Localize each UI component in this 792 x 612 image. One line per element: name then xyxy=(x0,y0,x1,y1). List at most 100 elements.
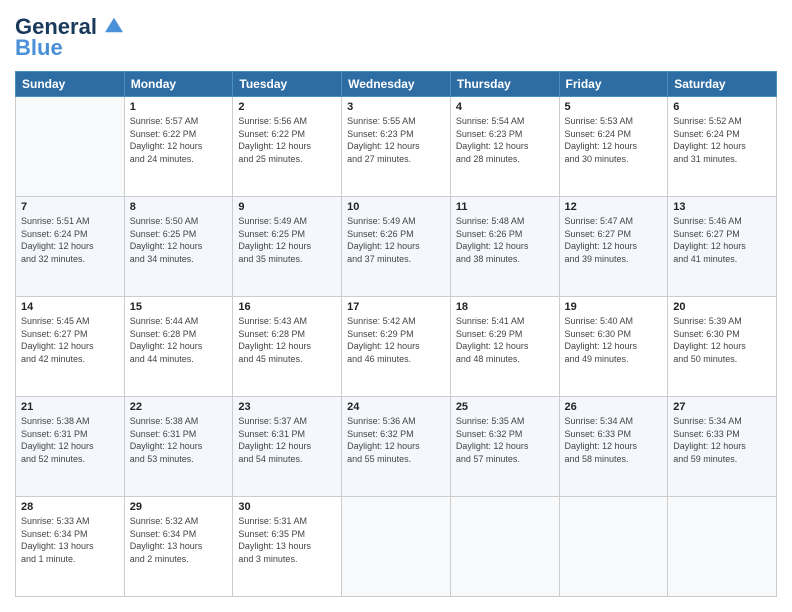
calendar-cell: 29 Sunrise: 5:32 AM Sunset: 6:34 PM Dayli… xyxy=(124,497,233,597)
day-number: 6 xyxy=(673,101,771,113)
day-info: Sunrise: 5:34 AM Sunset: 6:33 PM Dayligh… xyxy=(673,415,771,465)
day-info: Sunrise: 5:48 AM Sunset: 6:26 PM Dayligh… xyxy=(456,215,554,265)
weekday-header: Sunday xyxy=(16,72,125,97)
calendar-cell: 5 Sunrise: 5:53 AM Sunset: 6:24 PM Daylig… xyxy=(559,97,668,197)
calendar-cell: 24Sunrise: 5:36 AM Sunset: 6:32 PM Dayli… xyxy=(342,397,451,497)
day-info: Sunrise: 5:39 AM Sunset: 6:30 PM Dayligh… xyxy=(673,315,771,365)
day-info: Sunrise: 5:54 AM Sunset: 6:23 PM Dayligh… xyxy=(456,115,554,165)
calendar-cell: 26 Sunrise: 5:34 AM Sunset: 6:33 PM Dayli… xyxy=(559,397,668,497)
calendar-cell xyxy=(342,497,451,597)
day-info: Sunrise: 5:43 AM Sunset: 6:28 PM Dayligh… xyxy=(238,315,336,365)
day-info: Sunrise: 5:33 AM Sunset: 6:34 PM Dayligh… xyxy=(21,515,119,565)
calendar-cell: 30 Sunrise: 5:31 AM Sunset: 6:35 PM Dayli… xyxy=(233,497,342,597)
calendar-cell: 16 Sunrise: 5:43 AM Sunset: 6:28 PM Dayli… xyxy=(233,297,342,397)
day-number: 5 xyxy=(565,101,663,113)
day-number: 22 xyxy=(130,401,228,413)
day-number: 2 xyxy=(238,101,336,113)
day-info: Sunrise: 5:50 AM Sunset: 6:25 PM Dayligh… xyxy=(130,215,228,265)
calendar-cell: 27 Sunrise: 5:34 AM Sunset: 6:33 PM Dayli… xyxy=(668,397,777,497)
calendar-cell: 13 Sunrise: 5:46 AM Sunset: 6:27 PM Dayli… xyxy=(668,197,777,297)
calendar-cell: 21 Sunrise: 5:38 AM Sunset: 6:31 PM Dayli… xyxy=(16,397,125,497)
day-number: 30 xyxy=(238,501,336,513)
day-info: Sunrise: 5:38 AM Sunset: 6:31 PM Dayligh… xyxy=(130,415,228,465)
weekday-header: Wednesday xyxy=(342,72,451,97)
calendar-cell: 11 Sunrise: 5:48 AM Sunset: 6:26 PM Dayli… xyxy=(450,197,559,297)
day-number: 4 xyxy=(456,101,554,113)
weekday-header: Monday xyxy=(124,72,233,97)
day-number: 19 xyxy=(565,301,663,313)
calendar-cell: 25 Sunrise: 5:35 AM Sunset: 6:32 PM Dayli… xyxy=(450,397,559,497)
calendar-cell: 8 Sunrise: 5:50 AM Sunset: 6:25 PM Daylig… xyxy=(124,197,233,297)
day-info: Sunrise: 5:49 AM Sunset: 6:26 PM Dayligh… xyxy=(347,215,445,265)
calendar-cell: 2 Sunrise: 5:56 AM Sunset: 6:22 PM Daylig… xyxy=(233,97,342,197)
calendar-cell: 14 Sunrise: 5:45 AM Sunset: 6:27 PM Dayli… xyxy=(16,297,125,397)
calendar-week-row: 14 Sunrise: 5:45 AM Sunset: 6:27 PM Dayli… xyxy=(16,297,777,397)
day-number: 29 xyxy=(130,501,228,513)
calendar-cell: 12Sunrise: 5:47 AM Sunset: 6:27 PM Dayli… xyxy=(559,197,668,297)
day-info: Sunrise: 5:57 AM Sunset: 6:22 PM Dayligh… xyxy=(130,115,228,165)
day-number: 27 xyxy=(673,401,771,413)
day-number: 28 xyxy=(21,501,119,513)
calendar-cell xyxy=(450,497,559,597)
day-number: 11 xyxy=(456,201,554,213)
day-info: Sunrise: 5:35 AM Sunset: 6:32 PM Dayligh… xyxy=(456,415,554,465)
day-number: 18 xyxy=(456,301,554,313)
calendar-cell: 17 Sunrise: 5:42 AM Sunset: 6:29 PM Dayli… xyxy=(342,297,451,397)
calendar-cell: 15Sunrise: 5:44 AM Sunset: 6:28 PM Dayli… xyxy=(124,297,233,397)
day-number: 13 xyxy=(673,201,771,213)
day-info: Sunrise: 5:41 AM Sunset: 6:29 PM Dayligh… xyxy=(456,315,554,365)
calendar-cell: 28 Sunrise: 5:33 AM Sunset: 6:34 PM Dayli… xyxy=(16,497,125,597)
day-info: Sunrise: 5:52 AM Sunset: 6:24 PM Dayligh… xyxy=(673,115,771,165)
calendar-cell xyxy=(559,497,668,597)
day-info: Sunrise: 5:56 AM Sunset: 6:22 PM Dayligh… xyxy=(238,115,336,165)
day-info: Sunrise: 5:37 AM Sunset: 6:31 PM Dayligh… xyxy=(238,415,336,465)
weekday-header: Tuesday xyxy=(233,72,342,97)
day-number: 10 xyxy=(347,201,445,213)
calendar-cell: 3 Sunrise: 5:55 AM Sunset: 6:23 PM Daylig… xyxy=(342,97,451,197)
day-info: Sunrise: 5:45 AM Sunset: 6:27 PM Dayligh… xyxy=(21,315,119,365)
day-info: Sunrise: 5:44 AM Sunset: 6:28 PM Dayligh… xyxy=(130,315,228,365)
day-number: 1 xyxy=(130,101,228,113)
day-info: Sunrise: 5:34 AM Sunset: 6:33 PM Dayligh… xyxy=(565,415,663,465)
day-number: 14 xyxy=(21,301,119,313)
day-info: Sunrise: 5:32 AM Sunset: 6:34 PM Dayligh… xyxy=(130,515,228,565)
day-number: 25 xyxy=(456,401,554,413)
calendar-cell: 22 Sunrise: 5:38 AM Sunset: 6:31 PM Dayli… xyxy=(124,397,233,497)
day-number: 21 xyxy=(21,401,119,413)
calendar-cell: 6 Sunrise: 5:52 AM Sunset: 6:24 PM Daylig… xyxy=(668,97,777,197)
calendar-table: SundayMondayTuesdayWednesdayThursdayFrid… xyxy=(15,71,777,597)
calendar-cell: 20Sunrise: 5:39 AM Sunset: 6:30 PM Dayli… xyxy=(668,297,777,397)
weekday-header: Saturday xyxy=(668,72,777,97)
calendar-cell xyxy=(668,497,777,597)
day-number: 16 xyxy=(238,301,336,313)
day-info: Sunrise: 5:38 AM Sunset: 6:31 PM Dayligh… xyxy=(21,415,119,465)
day-number: 17 xyxy=(347,301,445,313)
day-number: 24 xyxy=(347,401,445,413)
calendar-cell: 1 Sunrise: 5:57 AM Sunset: 6:22 PM Daylig… xyxy=(124,97,233,197)
logo: General Blue xyxy=(15,15,123,61)
day-info: Sunrise: 5:49 AM Sunset: 6:25 PM Dayligh… xyxy=(238,215,336,265)
weekday-header-row: SundayMondayTuesdayWednesdayThursdayFrid… xyxy=(16,72,777,97)
day-info: Sunrise: 5:47 AM Sunset: 6:27 PM Dayligh… xyxy=(565,215,663,265)
weekday-header: Friday xyxy=(559,72,668,97)
day-info: Sunrise: 5:31 AM Sunset: 6:35 PM Dayligh… xyxy=(238,515,336,565)
day-info: Sunrise: 5:53 AM Sunset: 6:24 PM Dayligh… xyxy=(565,115,663,165)
calendar-cell: 10 Sunrise: 5:49 AM Sunset: 6:26 PM Dayli… xyxy=(342,197,451,297)
day-info: Sunrise: 5:55 AM Sunset: 6:23 PM Dayligh… xyxy=(347,115,445,165)
calendar-week-row: 1 Sunrise: 5:57 AM Sunset: 6:22 PM Daylig… xyxy=(16,97,777,197)
day-number: 23 xyxy=(238,401,336,413)
day-number: 26 xyxy=(565,401,663,413)
day-number: 7 xyxy=(21,201,119,213)
day-info: Sunrise: 5:46 AM Sunset: 6:27 PM Dayligh… xyxy=(673,215,771,265)
calendar-cell: 19 Sunrise: 5:40 AM Sunset: 6:30 PM Dayli… xyxy=(559,297,668,397)
day-info: Sunrise: 5:42 AM Sunset: 6:29 PM Dayligh… xyxy=(347,315,445,365)
calendar-week-row: 7 Sunrise: 5:51 AM Sunset: 6:24 PM Daylig… xyxy=(16,197,777,297)
calendar-page: General Blue SundayMondayTuesdayWednesda… xyxy=(0,0,792,612)
calendar-cell: 18 Sunrise: 5:41 AM Sunset: 6:29 PM Dayli… xyxy=(450,297,559,397)
calendar-cell: 7 Sunrise: 5:51 AM Sunset: 6:24 PM Daylig… xyxy=(16,197,125,297)
day-number: 3 xyxy=(347,101,445,113)
day-number: 8 xyxy=(130,201,228,213)
weekday-header: Thursday xyxy=(450,72,559,97)
day-info: Sunrise: 5:40 AM Sunset: 6:30 PM Dayligh… xyxy=(565,315,663,365)
day-info: Sunrise: 5:51 AM Sunset: 6:24 PM Dayligh… xyxy=(21,215,119,265)
